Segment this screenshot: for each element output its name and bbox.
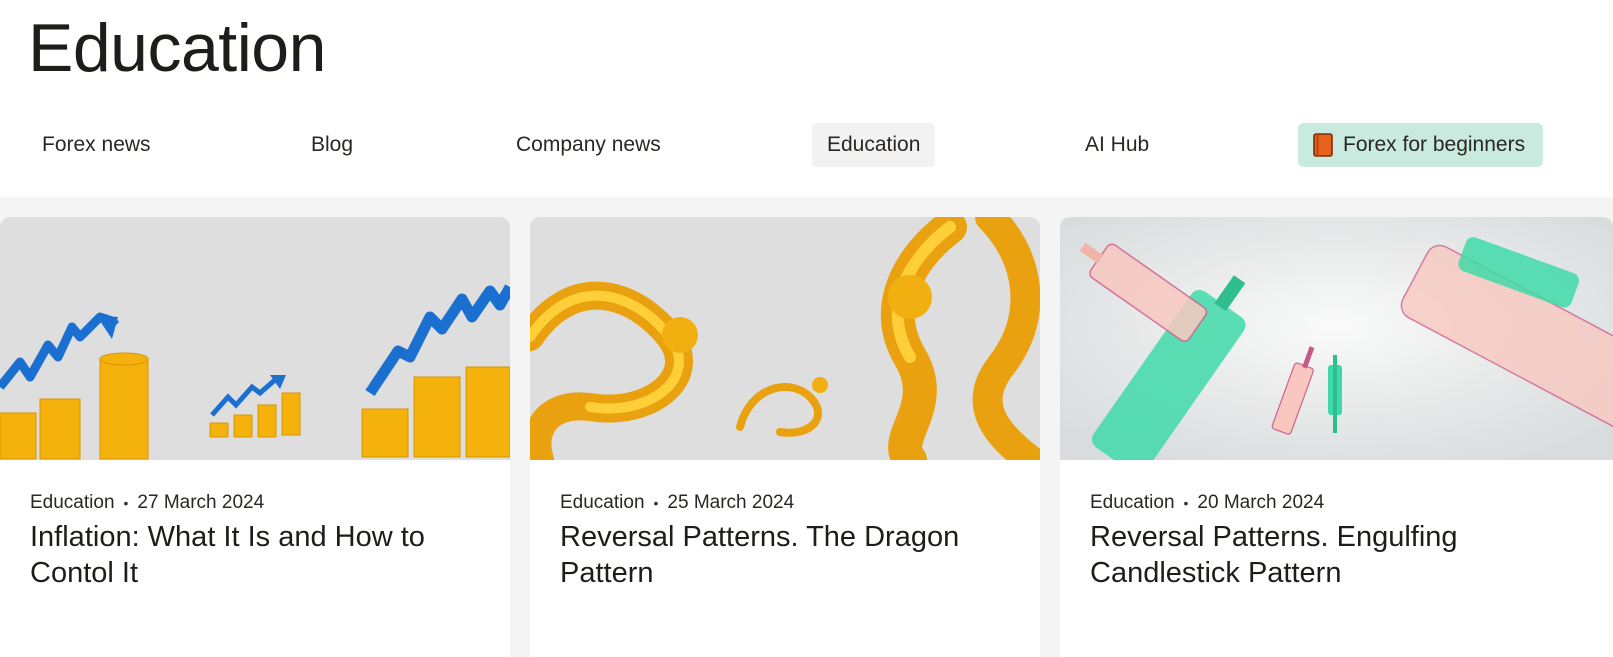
tab-blog[interactable]: Blog <box>296 123 368 167</box>
tab-company-news[interactable]: Company news <box>501 123 676 167</box>
page-title: Education <box>28 10 326 86</box>
forex-for-beginners-label: Forex for beginners <box>1343 133 1526 156</box>
tab-label: Forex news <box>42 133 151 156</box>
article-category[interactable]: Education <box>560 492 645 514</box>
meta-separator: • <box>123 495 129 511</box>
meta-separator: • <box>1183 495 1189 511</box>
article-image-gold-coins <box>0 217 510 460</box>
article-card[interactable]: Education • 25 March 2024 Reversal Patte… <box>530 217 1040 657</box>
tab-label: Company news <box>516 133 661 156</box>
article-card[interactable]: Education • 27 March 2024 Inflation: Wha… <box>0 217 510 657</box>
tab-label: AI Hub <box>1085 133 1150 156</box>
article-category[interactable]: Education <box>1090 492 1175 514</box>
article-date: 27 March 2024 <box>137 492 265 513</box>
article-card[interactable]: Education • 20 March 2024 Reversal Patte… <box>1060 217 1613 657</box>
article-date: 25 March 2024 <box>667 492 795 513</box>
tab-label: Education <box>827 133 921 156</box>
article-date: 20 March 2024 <box>1197 492 1325 513</box>
tab-label: Blog <box>311 133 354 156</box>
tab-ai-hub[interactable]: AI Hub <box>1070 123 1164 167</box>
meta-separator: • <box>653 495 659 511</box>
article-title[interactable]: Reversal Patterns. The Dragon Pattern <box>560 519 1020 591</box>
article-title[interactable]: Inflation: What It Is and How to Contol … <box>30 519 490 591</box>
article-image-glass-candlesticks <box>1060 217 1613 460</box>
book-icon <box>1313 133 1333 157</box>
forex-for-beginners-button[interactable]: Forex for beginners <box>1298 123 1543 167</box>
category-nav: Forex news Blog Company news Education A… <box>0 123 1613 169</box>
article-meta: Education • 27 March 2024 <box>30 492 264 514</box>
article-meta: Education • 20 March 2024 <box>1090 492 1324 514</box>
tab-education[interactable]: Education <box>812 123 936 167</box>
article-image-golden-dragons <box>530 217 1040 460</box>
article-category[interactable]: Education <box>30 492 115 514</box>
article-meta: Education • 25 March 2024 <box>560 492 794 514</box>
tab-forex-news[interactable]: Forex news <box>27 123 166 167</box>
article-title[interactable]: Reversal Patterns. Engulfing Candlestick… <box>1090 519 1550 591</box>
